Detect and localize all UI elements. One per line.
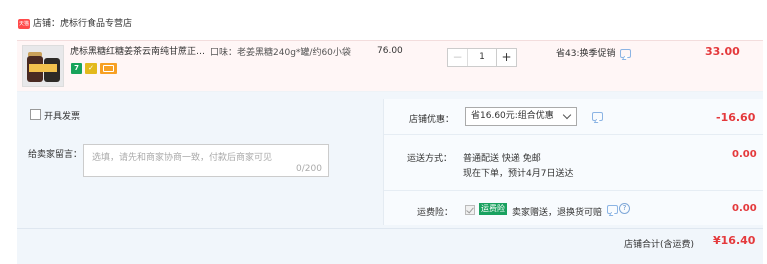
coupon-info-icon[interactable] — [588, 112, 603, 122]
insurance-label: 运费险： — [417, 208, 454, 218]
item-promo: 省43:换季促销 — [556, 46, 631, 59]
divider — [17, 228, 763, 229]
divider — [383, 99, 384, 225]
unit-price: 76.00 — [377, 46, 403, 56]
credit-card-icon — [100, 63, 117, 74]
message-label: 给卖家留言： — [28, 150, 83, 160]
insurance-text: 卖家赠送，退换货可赔 — [512, 208, 603, 218]
decrease-quantity-button[interactable]: − — [448, 49, 468, 66]
product-thumbnail[interactable] — [22, 45, 64, 87]
quantity-stepper[interactable]: − 1 + — [447, 48, 517, 67]
divider — [384, 134, 763, 135]
message-icon[interactable] — [619, 49, 631, 58]
item-title-link[interactable]: 虎标黑糖红糖姜茶云南纯甘蔗正宗古法黑糖块 — [70, 46, 208, 58]
invoice-label[interactable]: 开具发票 — [44, 109, 80, 122]
help-icon[interactable]: ? — [619, 203, 630, 214]
divider — [384, 190, 763, 191]
tmall-logo-icon: 天猫 — [18, 19, 30, 29]
shop-name-label[interactable]: 店铺：虎标行食品专营店 — [33, 18, 132, 30]
item-sku: 口味：老姜黑糖240g*罐/约60小袋 — [210, 48, 351, 58]
quantity-input[interactable]: 1 — [468, 49, 496, 66]
increase-quantity-button[interactable]: + — [496, 49, 516, 66]
shop-name-link[interactable]: 虎标行食品专营店 — [60, 19, 132, 29]
shipping-label: 运送方式： — [407, 154, 453, 164]
shipping-eta: 现在下单，预计4月7日送达 — [463, 169, 574, 179]
insurance-badge: 运费险 — [479, 203, 507, 215]
chevron-down-icon — [562, 110, 572, 120]
service-shield-icon: ✓ — [85, 63, 97, 74]
coupon-select[interactable]: 省16.60元:组合优惠 — [465, 107, 577, 126]
seven-day-return-icon: 7 — [71, 63, 82, 74]
insurance-fee: 0.00 — [732, 203, 757, 214]
coupon-discount: -16.60 — [716, 111, 756, 124]
shop-total-label: 店铺合计(含运费) — [624, 240, 695, 250]
message-char-counter: 0/200 — [296, 164, 322, 174]
coupon-label: 店铺优惠： — [409, 115, 455, 125]
insurance-checkbox — [465, 205, 475, 215]
item-subtotal: 33.00 — [705, 45, 740, 58]
shipping-fee: 0.00 — [732, 149, 757, 160]
shop-total-amount: ¥16.40 — [713, 234, 756, 247]
shipping-method: 普通配送 快递 免邮 — [463, 154, 541, 164]
insurance-message-icon[interactable] — [607, 205, 618, 215]
message-placeholder: 选填，请先和商家协商一致，付款后商家可见 — [92, 153, 273, 163]
message-icon[interactable] — [592, 112, 603, 121]
message-icon[interactable] — [607, 205, 618, 214]
invoice-checkbox[interactable] — [30, 109, 41, 120]
